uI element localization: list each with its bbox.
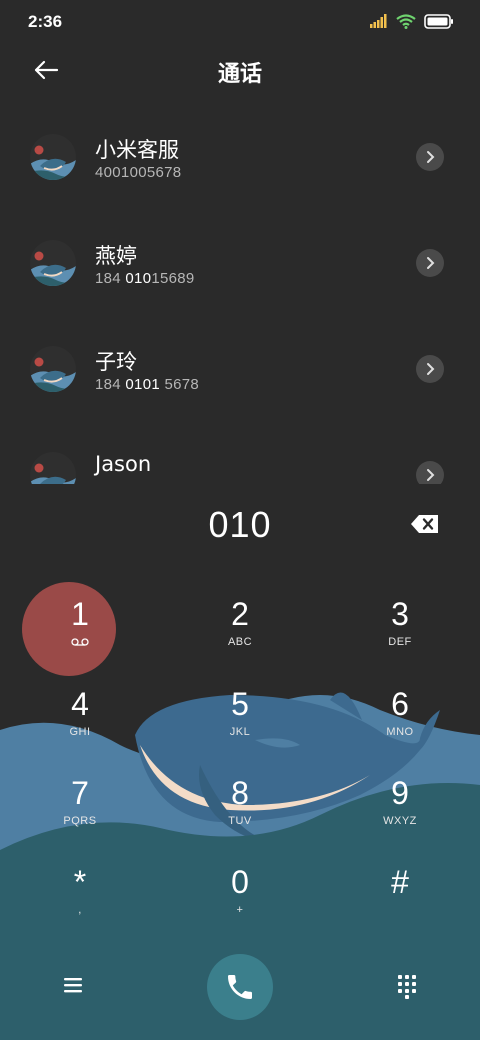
- key-2[interactable]: 2 ABC: [180, 586, 300, 670]
- contact-number: 4001005678: [95, 164, 181, 181]
- contact-detail-button[interactable]: [416, 355, 444, 383]
- key-8[interactable]: 8 TUV: [180, 765, 300, 849]
- key-4[interactable]: 4 GHI: [20, 676, 140, 760]
- chevron-right-icon: [427, 151, 435, 163]
- key-digit: #: [391, 864, 409, 900]
- contact-number: 184 01015689: [95, 270, 195, 287]
- key-5[interactable]: 5 JKL: [180, 676, 300, 760]
- key-3[interactable]: 3 DEF: [340, 586, 460, 670]
- chevron-right-icon: [427, 469, 435, 481]
- status-time: 2:36: [28, 12, 63, 31]
- backspace-icon: [411, 515, 438, 533]
- key-0[interactable]: 0 +: [180, 854, 300, 938]
- wifi-icon: [396, 13, 416, 29]
- avatar: [30, 346, 76, 392]
- key-letters: GHI: [69, 726, 91, 738]
- key-letters: DEF: [388, 636, 412, 648]
- contact-name: 子玲: [95, 350, 137, 374]
- contact-row[interactable]: 子玲 184 0101 5678: [0, 316, 480, 422]
- page-title: 通话: [217, 62, 262, 87]
- key-digit: 4: [71, 686, 89, 722]
- key-letters: PQRS: [63, 815, 97, 827]
- key-digit: 0: [231, 864, 249, 900]
- dialpad-toggle-button[interactable]: [392, 970, 422, 1000]
- number-match: 0101: [125, 376, 160, 393]
- number-match: 010: [125, 270, 152, 287]
- key-digit: 8: [231, 775, 249, 811]
- backspace-button[interactable]: [410, 514, 442, 538]
- key-9[interactable]: 9 WXYZ: [340, 765, 460, 849]
- contact-row[interactable]: 小米客服 4001005678: [0, 104, 480, 210]
- key-digit: 3: [391, 596, 409, 632]
- contact-detail-button[interactable]: [416, 461, 444, 484]
- key-letters: WXYZ: [383, 815, 417, 827]
- chevron-right-icon: [427, 363, 435, 375]
- key-letters: MNO: [386, 726, 414, 738]
- key-digit: 9: [391, 775, 409, 811]
- number-prefix: 4001005678: [95, 164, 182, 181]
- avatar: [30, 452, 76, 484]
- contact-detail-button[interactable]: [416, 249, 444, 277]
- number-prefix: 184: [95, 376, 126, 393]
- key-7[interactable]: 7 PQRS: [20, 765, 140, 849]
- key-letters: +: [236, 904, 244, 916]
- key-digit: 2: [231, 596, 249, 632]
- avatar: [30, 240, 76, 286]
- battery-icon: [424, 13, 453, 29]
- key-digit: 5: [231, 686, 249, 722]
- menu-button[interactable]: [58, 970, 88, 1000]
- status-icons: [370, 12, 454, 30]
- dialpad-icon: [398, 975, 416, 999]
- key-letters: ABC: [227, 636, 253, 648]
- contact-name: 小米客服: [95, 138, 179, 162]
- contact-row[interactable]: 燕婷 184 01015689: [0, 210, 480, 316]
- key-1[interactable]: 1: [20, 586, 140, 670]
- contact-name: 燕婷: [95, 244, 137, 268]
- key-star[interactable]: * ,: [20, 854, 140, 938]
- number-prefix: 184: [95, 270, 126, 287]
- number-suffix: 5678: [159, 376, 200, 393]
- phone-icon: [228, 975, 252, 999]
- key-letters: ,: [78, 904, 82, 916]
- key-digit: 1: [71, 596, 89, 632]
- key-digit: 7: [71, 775, 89, 811]
- header: 通话: [0, 44, 480, 100]
- contact-name: Jason: [95, 452, 152, 476]
- call-button[interactable]: [207, 954, 273, 1020]
- key-digit: 6: [391, 686, 409, 722]
- key-6[interactable]: 6 MNO: [340, 676, 460, 760]
- key-letters: TUV: [228, 815, 252, 827]
- contact-detail-button[interactable]: [416, 143, 444, 171]
- dialed-number: 010: [208, 504, 272, 545]
- chevron-right-icon: [427, 257, 435, 269]
- key-hash[interactable]: #: [340, 854, 460, 938]
- contact-number: 184 0101 5678: [95, 376, 199, 393]
- key-digit: *: [73, 864, 87, 900]
- menu-icon: [64, 978, 82, 993]
- key-letters: JKL: [229, 726, 251, 738]
- voicemail-icon: [71, 638, 89, 646]
- number-suffix: 15689: [151, 270, 195, 287]
- contact-row[interactable]: Jason: [0, 422, 480, 484]
- signal-icon: [370, 14, 387, 28]
- contact-list: 小米客服 4001005678 燕婷 184 01015689 子玲 184 0…: [0, 104, 480, 484]
- avatar: [30, 134, 76, 180]
- status-bar: 2:36: [0, 0, 480, 44]
